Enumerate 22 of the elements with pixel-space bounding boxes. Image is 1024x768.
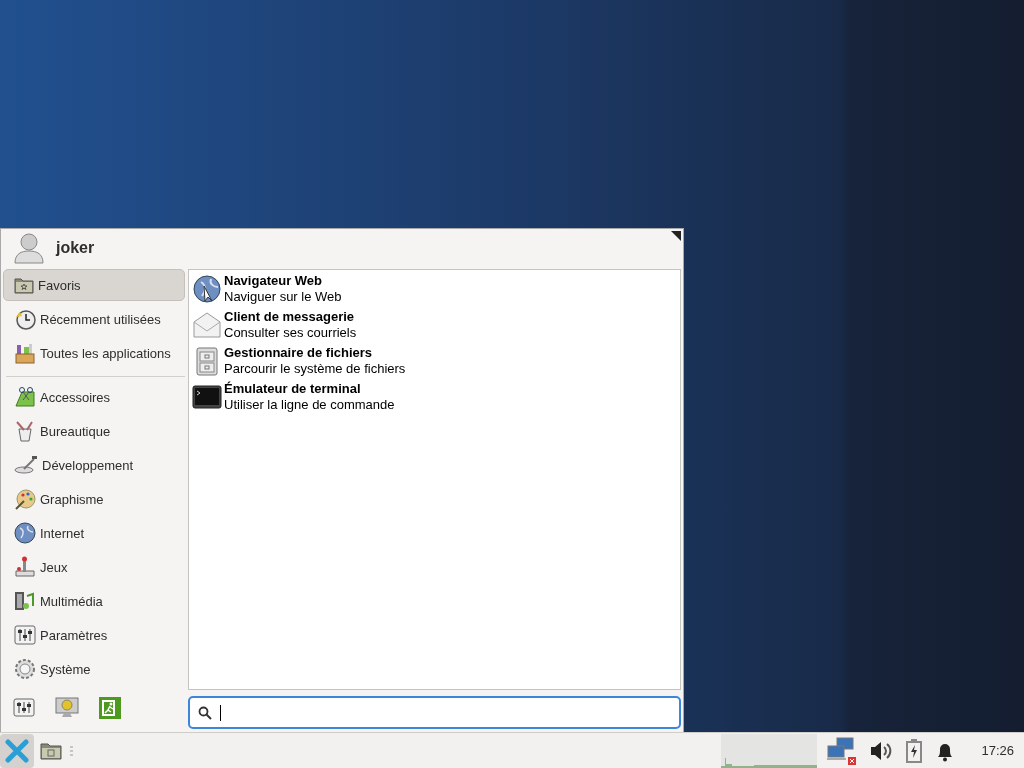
app-name[interactable]: Navigateur Web <box>224 273 342 289</box>
menu-category-item[interactable]: Internet <box>3 517 185 549</box>
clock[interactable]: 17:26 <box>967 743 1014 758</box>
menu-category-item[interactable]: Favoris <box>3 269 185 301</box>
menu-category-item[interactable]: Graphisme <box>3 483 185 515</box>
app-name[interactable]: Émulateur de terminal <box>224 381 395 397</box>
app-name[interactable]: Gestionnaire de fichiers <box>224 345 406 361</box>
menu-category-item[interactable]: Bureautique <box>3 415 185 447</box>
app-description: Utiliser la ligne de commande <box>224 397 395 413</box>
menu-category-item[interactable]: Récemment utilisées <box>3 303 185 335</box>
menu-category-item[interactable]: Développement <box>3 449 185 481</box>
menu-category-item[interactable]: Accessoires <box>3 381 185 413</box>
app-description: Parcourir le système de fichiers <box>224 361 406 377</box>
menu-category-item[interactable]: Toutes les applications <box>3 337 185 369</box>
menu-category-item[interactable]: Paramètres <box>3 619 185 651</box>
user-name: joker <box>56 239 95 257</box>
app-description: Consulter ses courriels <box>224 325 357 341</box>
app-name[interactable]: Client de messagerie <box>224 309 357 325</box>
app-description: Naviguer sur le Web <box>224 289 342 305</box>
menu-category-item[interactable]: Système <box>3 653 185 685</box>
menu-category-item[interactable]: Multimédia <box>3 585 185 617</box>
menu-category-item[interactable]: Jeux <box>3 551 185 583</box>
